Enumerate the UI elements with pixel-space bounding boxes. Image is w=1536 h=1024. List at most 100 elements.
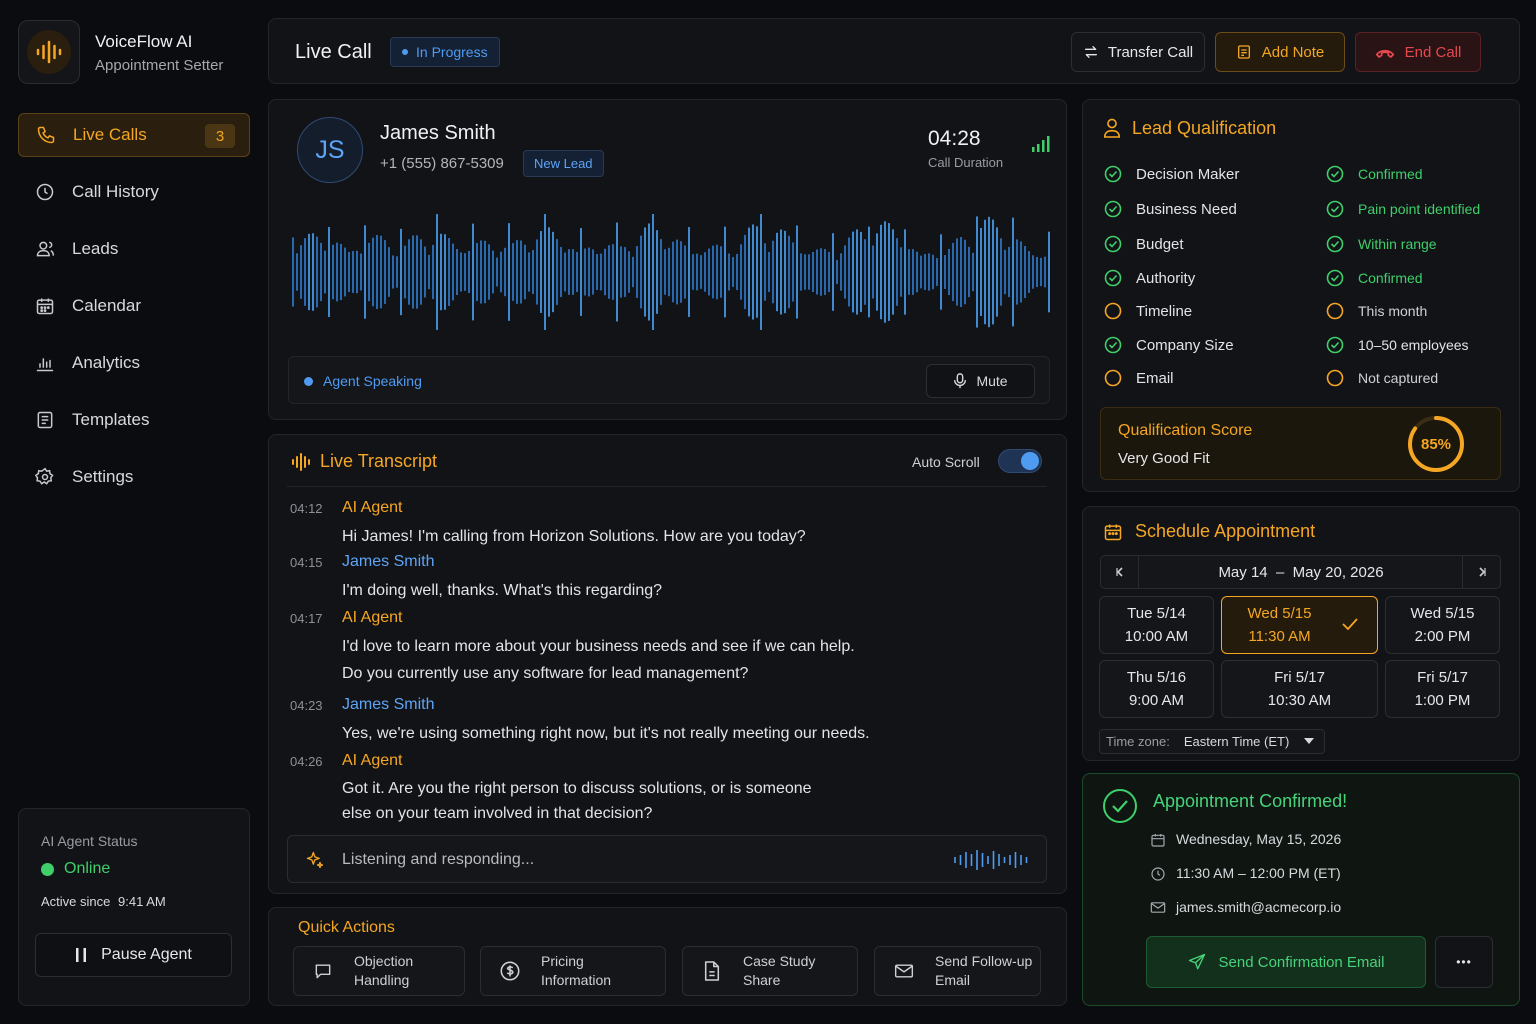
appointment-email: james.smith@acmecorp.io	[1176, 899, 1342, 915]
sidebar-item-label: Leads	[72, 239, 119, 258]
prev-week-button[interactable]	[1101, 556, 1139, 588]
send-confirmation-email-button[interactable]: Send Confirmation Email	[1146, 936, 1426, 988]
qualification-score-desc: Very Good Fit	[1118, 450, 1210, 467]
more-options-button[interactable]: •••	[1435, 936, 1493, 988]
qualification-value: Not captured	[1326, 369, 1438, 387]
check-circle-icon	[1104, 200, 1122, 218]
transfer-call-button[interactable]: Transfer Call	[1071, 32, 1205, 72]
pause-agent-button[interactable]: Pause Agent	[35, 933, 232, 977]
more-options-icon: •••	[1456, 955, 1472, 969]
criterion-label: Decision Maker	[1136, 165, 1240, 183]
file-icon	[701, 960, 723, 982]
send-confirmation-label: Send Confirmation Email	[1218, 953, 1385, 971]
criterion-label: Timeline	[1136, 302, 1193, 320]
time-slot-selected[interactable]: Wed 5/15 11:30 AM	[1221, 596, 1378, 654]
pending-circle-icon	[1104, 369, 1122, 387]
next-week-button[interactable]	[1462, 556, 1500, 588]
sidebar-item-analytics[interactable]: Analytics	[18, 341, 250, 385]
mute-label: Mute	[976, 373, 1008, 389]
call-duration: 04:28	[928, 127, 981, 150]
qualification-criterion: Budget	[1104, 235, 1184, 253]
time-slot[interactable]: Fri 5/17 10:30 AM	[1221, 660, 1378, 718]
confirmation-card: Appointment Confirmed! Wednesday, May 15…	[1082, 773, 1520, 1006]
transcript-time: 04:26	[290, 754, 323, 769]
qualification-criterion: Email	[1104, 369, 1174, 387]
transcript-time: 04:23	[290, 698, 323, 713]
time-slot[interactable]: Tue 5/14 10:00 AM	[1099, 596, 1214, 654]
active-since-label: Active since	[41, 894, 111, 909]
end-call-button[interactable]: End Call	[1355, 32, 1481, 72]
transcript-time: 04:15	[290, 555, 323, 570]
quick-action-case-study[interactable]: Case Study Share	[682, 946, 858, 996]
criterion-value: This month	[1358, 303, 1428, 319]
transcript-line: I'd love to learn more about your busine…	[342, 638, 855, 655]
transcript-line: Hi James! I'm calling from Horizon Solut…	[342, 528, 806, 545]
criterion-label: Company Size	[1136, 336, 1234, 354]
slot-day: Wed 5/15	[1410, 605, 1475, 622]
signal-strength-icon	[1031, 136, 1051, 152]
time-slot[interactable]: Fri 5/17 1:00 PM	[1385, 660, 1500, 718]
chevron-right-icon	[1477, 566, 1487, 578]
add-note-button[interactable]: Add Note	[1215, 32, 1345, 72]
send-icon	[1188, 953, 1206, 971]
check-circle-icon	[1326, 165, 1344, 183]
check-circle-icon	[1326, 269, 1344, 287]
criterion-value: Confirmed	[1358, 166, 1423, 182]
transcript-line: Do you currently use any software for le…	[342, 665, 749, 682]
qualification-criterion: Authority	[1104, 269, 1195, 287]
slot-day: Tue 5/14	[1127, 605, 1186, 622]
transcript-message: Hi James! I'm calling from Horizon Solut…	[342, 523, 806, 550]
check-circle-icon	[1326, 235, 1344, 253]
mute-button[interactable]: Mute	[926, 364, 1035, 398]
appointment-time: 11:30 AM – 12:00 PM (ET)	[1176, 865, 1341, 881]
sidebar-item-leads[interactable]: Leads	[18, 227, 250, 271]
person-icon	[1103, 118, 1121, 138]
quick-action-label: Email	[935, 972, 971, 988]
live-calls-count-badge: 3	[205, 124, 235, 148]
mini-waveform-icon	[954, 850, 1028, 870]
phone-icon	[35, 124, 57, 146]
criterion-label: Business Need	[1136, 200, 1237, 218]
quick-action-objection-handling[interactable]: Objection Handling	[293, 946, 465, 996]
time-slot[interactable]: Thu 5/16 9:00 AM	[1099, 660, 1214, 718]
transcript-line: else on your team involved in that decis…	[342, 805, 653, 822]
timezone-select[interactable]: Time zone: Eastern Time (ET)	[1099, 729, 1325, 754]
transcript-speaker: AI Agent	[342, 752, 403, 769]
toggle-knob	[1021, 452, 1039, 470]
auto-scroll-toggle[interactable]	[998, 449, 1042, 473]
slot-time: 10:00 AM	[1124, 628, 1189, 645]
sidebar-item-calendar[interactable]: Calendar	[18, 284, 250, 328]
listening-status: Listening and responding...	[342, 851, 535, 868]
sidebar-item-templates[interactable]: Templates	[18, 398, 250, 442]
time-slot[interactable]: Wed 5/15 2:00 PM	[1385, 596, 1500, 654]
sidebar-item-label: Templates	[72, 410, 150, 429]
qualification-criterion: Company Size	[1104, 336, 1234, 354]
transcript-message: Yes, we're using something right now, bu…	[342, 720, 870, 747]
clock-icon	[34, 181, 56, 203]
quick-action-pricing[interactable]: Pricing Information	[480, 946, 666, 996]
quick-action-label: Objection	[354, 953, 414, 969]
quick-action-label: Handling	[354, 972, 410, 988]
qualification-value: Within range	[1326, 235, 1437, 253]
date-range-bar: May 14 – May 20, 2026	[1100, 555, 1501, 589]
caller-phone: +1 (555) 867-5309	[380, 155, 504, 172]
agent-status-title: AI Agent Status	[41, 833, 138, 849]
page-title: Live Call	[295, 41, 372, 63]
pause-agent-label: Pause Agent	[101, 946, 192, 963]
sidebar-item-settings[interactable]: Settings	[18, 455, 250, 499]
date-range-label: May 14 – May 20, 2026	[1218, 564, 1384, 581]
transcript-speaker: AI Agent	[342, 609, 403, 626]
confirmation-title: Appointment Confirmed!	[1153, 791, 1348, 811]
app-logo	[18, 20, 80, 84]
qualification-score-value: 85%	[1420, 436, 1452, 453]
caret-down-icon	[1304, 738, 1314, 745]
sidebar-item-call-history[interactable]: Call History	[18, 170, 250, 214]
slot-day: Wed 5/15	[1247, 605, 1312, 622]
quick-action-follow-up-email[interactable]: Send Follow-up Email	[874, 946, 1041, 996]
sidebar-item-live-calls[interactable]: Live Calls 3	[18, 113, 250, 157]
check-circle-icon	[1326, 200, 1344, 218]
audio-waveform	[292, 214, 1050, 330]
transcript-message: I'd love to learn more about your busine…	[342, 633, 855, 687]
sparkle-icon	[305, 850, 325, 870]
check-circle-icon	[1104, 235, 1122, 253]
